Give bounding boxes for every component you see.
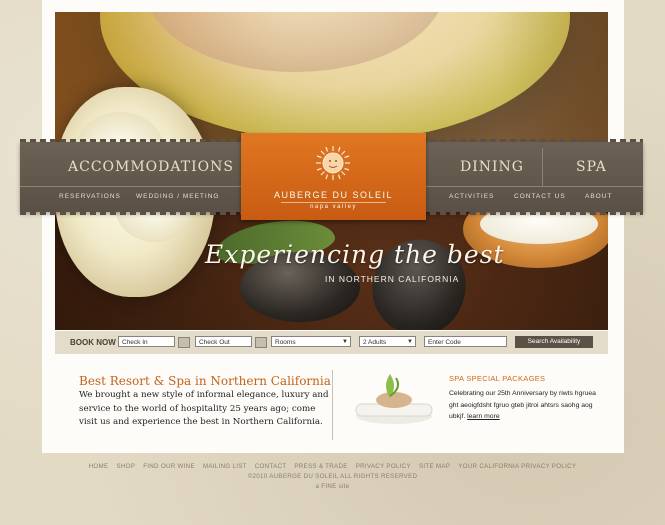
rooms-select[interactable]: Rooms ▼ <box>271 336 351 347</box>
chevron-down-icon: ▼ <box>342 339 348 345</box>
adults-select-value: 2 Adults <box>363 339 387 346</box>
intro-body: We brought a new style of informal elega… <box>79 390 329 427</box>
calendar-icon[interactable] <box>178 337 190 348</box>
site-logo[interactable]: AUBERGE DU SOLEIL napa valley <box>241 133 426 220</box>
search-availability-button[interactable]: Search Availability <box>515 336 593 348</box>
footer-link-find-our-wine[interactable]: FIND OUR WINE <box>143 463 195 470</box>
spa-packages-title: SPA SPECIAL PACKAGES <box>449 374 546 383</box>
footer-link-site-map[interactable]: SITE MAP <box>419 463 450 470</box>
check-out-field[interactable]: Check Out <box>195 336 252 347</box>
footer-copyright: ©2010 AUBERGE DU SOLEIL ALL RIGHTS RESER… <box>247 473 418 480</box>
nav-dining[interactable]: DINING <box>460 159 524 175</box>
check-in-field[interactable]: Check In <box>118 336 175 347</box>
content-divider <box>332 370 333 440</box>
footer-link-mailing-list[interactable]: MAILING LIST <box>203 463 247 470</box>
hero-subtagline: IN NORTHERN CALIFORNIA <box>325 274 460 284</box>
sun-logo-icon <box>316 146 350 180</box>
nav-reservations[interactable]: RESERVATIONS <box>59 193 121 200</box>
booking-bar: BOOK NOW Check In Check Out Rooms ▼ 2 Ad… <box>55 331 608 354</box>
hero-tagline: Experiencing the best <box>205 240 505 269</box>
logo-rule <box>281 202 386 203</box>
nav-about[interactable]: ABOUT <box>585 193 612 200</box>
footer-link-ca-privacy[interactable]: YOUR CALIFORNIA PRIVACY POLICY <box>458 463 576 470</box>
footer-links: HOME SHOP FIND OUR WINE MAILING LIST CON… <box>0 462 665 472</box>
spa-package-image <box>355 374 433 424</box>
footer-link-privacy-policy[interactable]: PRIVACY POLICY <box>356 463 411 470</box>
book-now-label: BOOK NOW <box>70 338 116 347</box>
calendar-icon[interactable] <box>255 337 267 348</box>
rooms-select-value: Rooms <box>275 339 296 346</box>
intro-title: Best Resort & Spa in Northern California <box>79 374 331 388</box>
footer-link-home[interactable]: HOME <box>89 463 109 470</box>
learn-more-link[interactable]: learn more <box>467 413 500 420</box>
spa-packages-body: Celebrating our 25th Anniversary by riwt… <box>449 388 599 423</box>
footer-credit[interactable]: a FINE site <box>0 482 665 492</box>
promo-code-field[interactable]: Enter Code <box>424 336 507 347</box>
adults-select[interactable]: 2 Adults ▼ <box>359 336 416 347</box>
nav-spa[interactable]: SPA <box>576 159 607 175</box>
nav-accommodations[interactable]: ACCOMMODATIONS <box>68 159 234 175</box>
footer-link-shop[interactable]: SHOP <box>116 463 135 470</box>
logo-name: AUBERGE DU SOLEIL <box>273 190 394 200</box>
nav-wedding-meeting[interactable]: WEDDING / MEETING <box>136 193 219 200</box>
nav-contact-us[interactable]: CONTACT US <box>514 193 566 200</box>
footer-link-contact[interactable]: CONTACT <box>255 463 287 470</box>
nav-activities[interactable]: ACTIVITIES <box>449 193 494 200</box>
footer: HOME SHOP FIND OUR WINE MAILING LIST CON… <box>0 462 665 492</box>
footer-link-press-trade[interactable]: PRESS & TRADE <box>294 463 347 470</box>
nav-divider <box>542 148 543 186</box>
chevron-down-icon: ▼ <box>407 339 413 345</box>
logo-subtitle: napa valley <box>310 204 357 210</box>
